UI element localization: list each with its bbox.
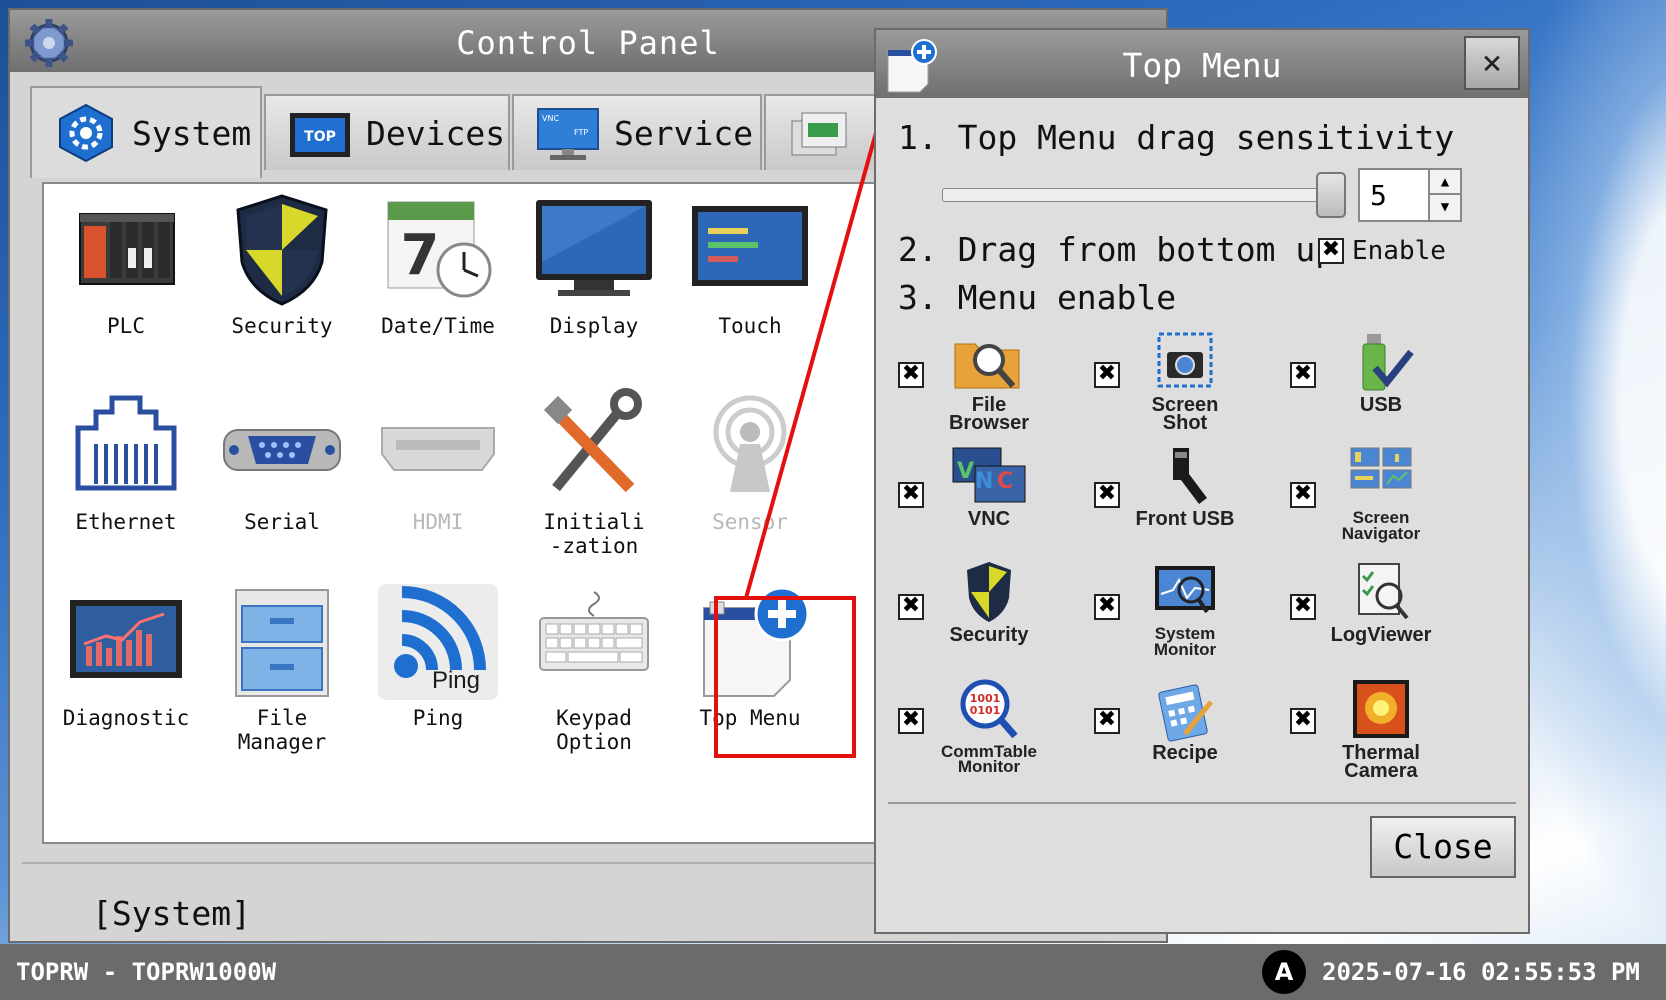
logviewer-label: LogViewer bbox=[1330, 624, 1432, 646]
enable-checkbox[interactable]: ✖ bbox=[1318, 238, 1344, 264]
sensitivity-slider-track[interactable] bbox=[942, 188, 1344, 202]
menu-enable-heading: 3. Menu enable bbox=[898, 278, 1177, 317]
menu-item-recipe[interactable]: Recipe bbox=[1120, 678, 1250, 764]
security-label: Security bbox=[949, 624, 1029, 646]
menu-item-front-usb[interactable]: Front USB bbox=[1120, 444, 1250, 530]
enable-label: Enable bbox=[1352, 236, 1446, 266]
menu-item-usb[interactable]: USB bbox=[1316, 330, 1446, 416]
svg-text:V: V bbox=[957, 459, 974, 484]
security-checkbox[interactable]: ✖ bbox=[898, 594, 924, 620]
menu-item-commtable-monitor[interactable]: 1001 0101 CommTable Monitor bbox=[924, 678, 1054, 776]
top-menu-title: Top Menu bbox=[1122, 46, 1282, 85]
vnc-label: VNC bbox=[967, 508, 1011, 530]
drag-bottom-up-heading: 2. Drag from bottom up bbox=[898, 230, 1336, 269]
thermal-camera-label: Thermal Camera bbox=[1342, 742, 1420, 782]
usb-icon bbox=[1362, 334, 1414, 391]
svg-text:N: N bbox=[975, 469, 993, 494]
screen-shot-checkbox[interactable]: ✖ bbox=[1094, 362, 1120, 388]
file-browser-checkbox[interactable]: ✖ bbox=[898, 362, 924, 388]
vnc-icon: V N C bbox=[952, 447, 1026, 503]
menu-item-file-browser[interactable]: File Browser bbox=[924, 330, 1054, 434]
menu-item-security[interactable]: Security bbox=[924, 560, 1054, 646]
thermal-camera-checkbox[interactable]: ✖ bbox=[1290, 708, 1316, 734]
menu-item-screen-navigator[interactable]: Screen Navigator bbox=[1316, 444, 1446, 542]
file-browser-label: File Browser bbox=[948, 394, 1030, 434]
front-usb-label: Front USB bbox=[1135, 508, 1235, 530]
system-monitor-icon bbox=[1155, 566, 1215, 614]
system-monitor-checkbox[interactable]: ✖ bbox=[1094, 594, 1120, 620]
shield-icon bbox=[967, 562, 1011, 622]
menu-item-logviewer[interactable]: LogViewer bbox=[1316, 560, 1446, 646]
usb-checkbox[interactable]: ✖ bbox=[1290, 362, 1316, 388]
sensitivity-spinbox[interactable]: 5 ▲ ▼ bbox=[1358, 168, 1462, 222]
menu-item-system-monitor[interactable]: System Monitor bbox=[1120, 560, 1250, 658]
svg-text:0101: 0101 bbox=[970, 704, 1001, 717]
top-menu-titlebar[interactable]: Top Menu × bbox=[876, 30, 1528, 98]
spin-up-icon[interactable]: ▲ bbox=[1428, 170, 1460, 195]
spin-down-icon[interactable]: ▼ bbox=[1428, 193, 1460, 220]
front-usb-checkbox[interactable]: ✖ bbox=[1094, 482, 1120, 508]
screenshot-icon bbox=[1157, 332, 1213, 388]
commtable-monitor-checkbox[interactable]: ✖ bbox=[898, 708, 924, 734]
vnc-checkbox[interactable]: ✖ bbox=[898, 482, 924, 508]
commtable-icon: 1001 0101 bbox=[960, 679, 1018, 739]
screen-navigator-checkbox[interactable]: ✖ bbox=[1290, 482, 1316, 508]
dialog-separator bbox=[888, 802, 1516, 804]
close-icon-button[interactable]: × bbox=[1464, 36, 1520, 90]
close-button[interactable]: Close bbox=[1370, 816, 1516, 878]
file-browser-icon bbox=[954, 343, 1020, 389]
recipe-label: Recipe bbox=[1152, 742, 1218, 764]
recipe-checkbox[interactable]: ✖ bbox=[1094, 708, 1120, 734]
menu-item-vnc[interactable]: V N C VNC bbox=[924, 444, 1054, 530]
thermal-camera-icon bbox=[1353, 680, 1409, 738]
clock: 2025-07-16 02:55:53 PM bbox=[1322, 958, 1640, 986]
sensitivity-slider-thumb[interactable] bbox=[1316, 172, 1346, 218]
screen-navigator-icon bbox=[1350, 447, 1412, 489]
commtable-monitor-label: CommTable Monitor bbox=[940, 742, 1038, 776]
screen-shot-label: Screen Shot bbox=[1151, 394, 1219, 434]
drag-sensitivity-heading: 1. Top Menu drag sensitivity bbox=[898, 118, 1455, 157]
logviewer-checkbox[interactable]: ✖ bbox=[1290, 594, 1316, 620]
device-name: TOPRW - TOPRW1000W bbox=[16, 958, 277, 986]
taskbar: TOPRW - TOPRW1000W A 2025-07-16 02:55:53… bbox=[0, 944, 1666, 1000]
sensitivity-value: 5 bbox=[1370, 179, 1387, 212]
top-menu-dialog: Top Menu × 1. Top Menu drag sensitivity … bbox=[874, 28, 1530, 934]
menu-item-thermal-camera[interactable]: Thermal Camera bbox=[1316, 678, 1446, 782]
screen-navigator-label: Screen Navigator bbox=[1341, 508, 1421, 543]
logviewer-icon bbox=[1358, 563, 1409, 620]
front-usb-icon bbox=[1173, 448, 1207, 504]
user-badge[interactable]: A bbox=[1262, 950, 1306, 994]
svg-text:C: C bbox=[997, 469, 1013, 494]
usb-label: USB bbox=[1359, 394, 1403, 416]
menu-item-screen-shot[interactable]: Screen Shot bbox=[1120, 330, 1250, 434]
system-monitor-label: System Monitor bbox=[1153, 624, 1217, 659]
recipe-icon bbox=[1158, 684, 1213, 742]
